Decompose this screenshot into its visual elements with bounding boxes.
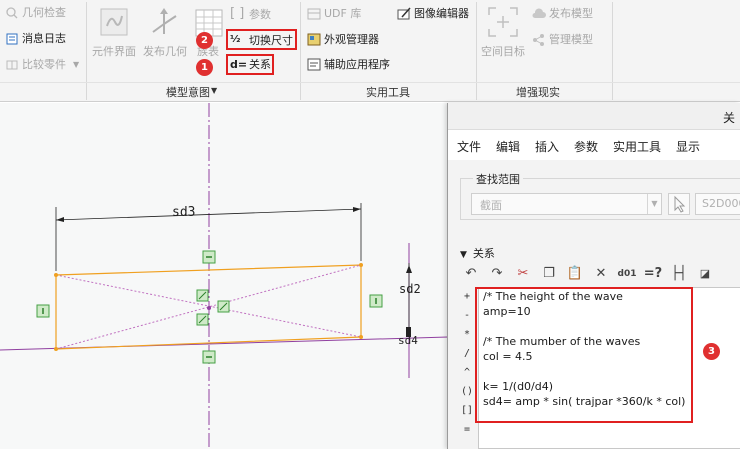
relations-section-label: 关系 bbox=[472, 247, 495, 260]
operator-plus[interactable]: + bbox=[458, 291, 476, 302]
section-name-field[interactable]: S2D000 bbox=[695, 193, 740, 215]
operator-brackets[interactable]: [] bbox=[458, 405, 476, 416]
space-target-icon bbox=[488, 7, 518, 37]
relations-toolbar: ↶ ↷ ✂ ❐ 📋 ✕ d01 =? ├┤ ◪ bbox=[460, 263, 740, 287]
image-editor-icon bbox=[397, 7, 411, 20]
cut-icon[interactable]: ✂ bbox=[512, 263, 534, 285]
sort-dimensions-icon[interactable]: ├┤ bbox=[668, 263, 690, 285]
menu-edit[interactable]: 编辑 bbox=[496, 138, 520, 155]
group-label-augmented-reality: 增强现实 bbox=[516, 86, 560, 99]
step-badge-1: 1 bbox=[196, 59, 213, 76]
parameters-icon: [ ] bbox=[230, 6, 245, 21]
publish-model-icon bbox=[532, 8, 546, 18]
paste-icon[interactable]: 📋 bbox=[564, 263, 586, 285]
operator-palette: + - * / ^ () [] = bbox=[458, 287, 476, 449]
component-interface-icon bbox=[100, 8, 128, 36]
look-in-label: 查找范围 bbox=[473, 171, 523, 187]
operator-parentheses[interactable]: () bbox=[458, 386, 476, 397]
dialog-title-bar[interactable]: 关 bbox=[448, 103, 740, 130]
menu-parameters[interactable]: 参数 bbox=[574, 138, 598, 155]
operator-multiply[interactable]: * bbox=[458, 329, 476, 340]
chevron-down-icon: ▼ bbox=[647, 194, 661, 214]
publish-geometry-button[interactable]: 发布几何 bbox=[143, 45, 187, 59]
udf-library-icon bbox=[307, 8, 321, 20]
dimension-sd4: sd4 bbox=[398, 334, 418, 347]
parameters-button[interactable]: 参数 bbox=[249, 8, 271, 22]
highlight-switch-dimensions bbox=[226, 29, 297, 50]
vertex bbox=[359, 335, 363, 339]
highlight-relations bbox=[226, 54, 274, 75]
chevron-down-icon: ▼ bbox=[73, 60, 80, 69]
collapse-triangle-icon: ▼ bbox=[460, 250, 467, 260]
component-interface-button[interactable]: 元件界面 bbox=[92, 45, 136, 59]
copy-icon[interactable]: ❐ bbox=[538, 263, 560, 285]
pick-cursor-button[interactable] bbox=[668, 193, 690, 215]
operator-divide[interactable]: / bbox=[458, 348, 476, 359]
evaluate-icon[interactable]: =? bbox=[642, 263, 664, 285]
verify-icon[interactable]: ◪ bbox=[694, 263, 716, 285]
vertex bbox=[54, 347, 58, 351]
operator-minus[interactable]: - bbox=[458, 310, 476, 321]
step-badge-2: 2 bbox=[196, 32, 213, 49]
sketch-drawing: sd3 sd2 sd4 bbox=[0, 103, 448, 449]
ribbon: 几何检查 消息日志 比较零件 ▼ 元件界面 发布几何 族表 [ ] 参数 ⅟₂ … bbox=[0, 0, 740, 102]
dimension-sd2: sd2 bbox=[399, 282, 421, 296]
share-icon bbox=[533, 34, 544, 46]
operator-power[interactable]: ^ bbox=[458, 367, 476, 378]
relations-dialog: 关 文件 编辑 插入 参数 实用工具 显示 查找范围 截面 ▼ S2D000 ▼ bbox=[447, 103, 740, 449]
manage-model-button[interactable]: 管理模型 bbox=[549, 33, 593, 47]
graphics-canvas[interactable]: sd3 sd2 sd4 bbox=[0, 103, 448, 449]
dialog-menu-bar: 文件 编辑 插入 参数 实用工具 显示 bbox=[448, 130, 740, 160]
group-label-model-intent[interactable]: 模型意图 bbox=[166, 84, 210, 100]
image-editor-button[interactable]: 图像编辑器 bbox=[414, 7, 469, 21]
look-in-group: 查找范围 截面 ▼ S2D000 bbox=[460, 171, 740, 220]
menu-display[interactable]: 显示 bbox=[676, 138, 700, 155]
message-log-button[interactable]: 消息日志 bbox=[22, 32, 66, 46]
publish-model-button[interactable]: 发布模型 bbox=[549, 7, 593, 21]
vertex bbox=[54, 273, 58, 277]
highlight-relations-code bbox=[475, 287, 693, 423]
dialog-title: 关 bbox=[722, 111, 735, 125]
appearance-manager-button[interactable]: 外观管理器 bbox=[324, 33, 379, 47]
menu-insert[interactable]: 插入 bbox=[535, 138, 559, 155]
compare-parts-button[interactable]: 比较零件 bbox=[22, 58, 66, 72]
delete-icon[interactable]: ✕ bbox=[590, 263, 612, 285]
menu-utilities[interactable]: 实用工具 bbox=[613, 138, 661, 155]
dimension-sd3: sd3 bbox=[172, 205, 195, 220]
vertex bbox=[359, 263, 363, 267]
step-badge-3: 3 bbox=[703, 343, 720, 360]
switch-display-icon[interactable]: d01 bbox=[616, 263, 638, 285]
menu-file[interactable]: 文件 bbox=[457, 138, 481, 155]
dialog-body: 查找范围 截面 ▼ S2D000 ▼关系 ↶ ↷ ✂ ❐ 📋 ✕ d bbox=[448, 160, 740, 449]
undo-icon[interactable]: ↶ bbox=[460, 263, 482, 285]
group-label-utilities: 实用工具 bbox=[366, 86, 410, 99]
aux-applications-button[interactable]: 辅助应用程序 bbox=[324, 58, 390, 72]
look-in-select[interactable]: 截面 ▼ bbox=[471, 193, 662, 215]
publish-geometry-icon bbox=[152, 8, 177, 34]
operator-equals[interactable]: = bbox=[458, 424, 476, 435]
aux-applications-icon bbox=[307, 58, 321, 71]
compare-parts-icon bbox=[6, 60, 18, 70]
udf-library-button[interactable]: UDF 库 bbox=[324, 7, 361, 21]
chevron-down-icon: ▼ bbox=[211, 86, 218, 95]
space-target-button[interactable]: 空间目标 bbox=[481, 45, 525, 59]
redo-icon[interactable]: ↷ bbox=[486, 263, 508, 285]
cursor-arrow-icon bbox=[674, 195, 686, 213]
appearance-manager-icon bbox=[307, 33, 321, 46]
geometry-check-button[interactable]: 几何检查 bbox=[22, 6, 66, 20]
relations-section-header[interactable]: ▼ 关系 bbox=[460, 245, 495, 261]
message-log-icon bbox=[6, 33, 18, 45]
geometry-check-icon bbox=[6, 7, 18, 19]
